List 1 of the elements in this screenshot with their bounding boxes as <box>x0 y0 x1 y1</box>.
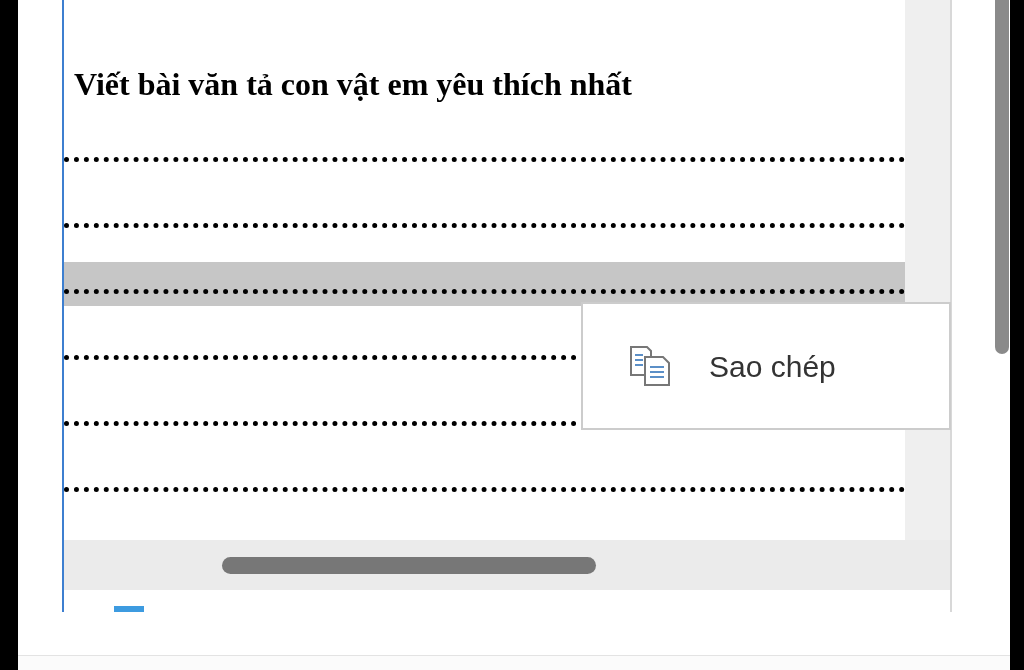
document-heading: Viết bài văn tả con vật em yêu thích nhất <box>73 65 633 104</box>
